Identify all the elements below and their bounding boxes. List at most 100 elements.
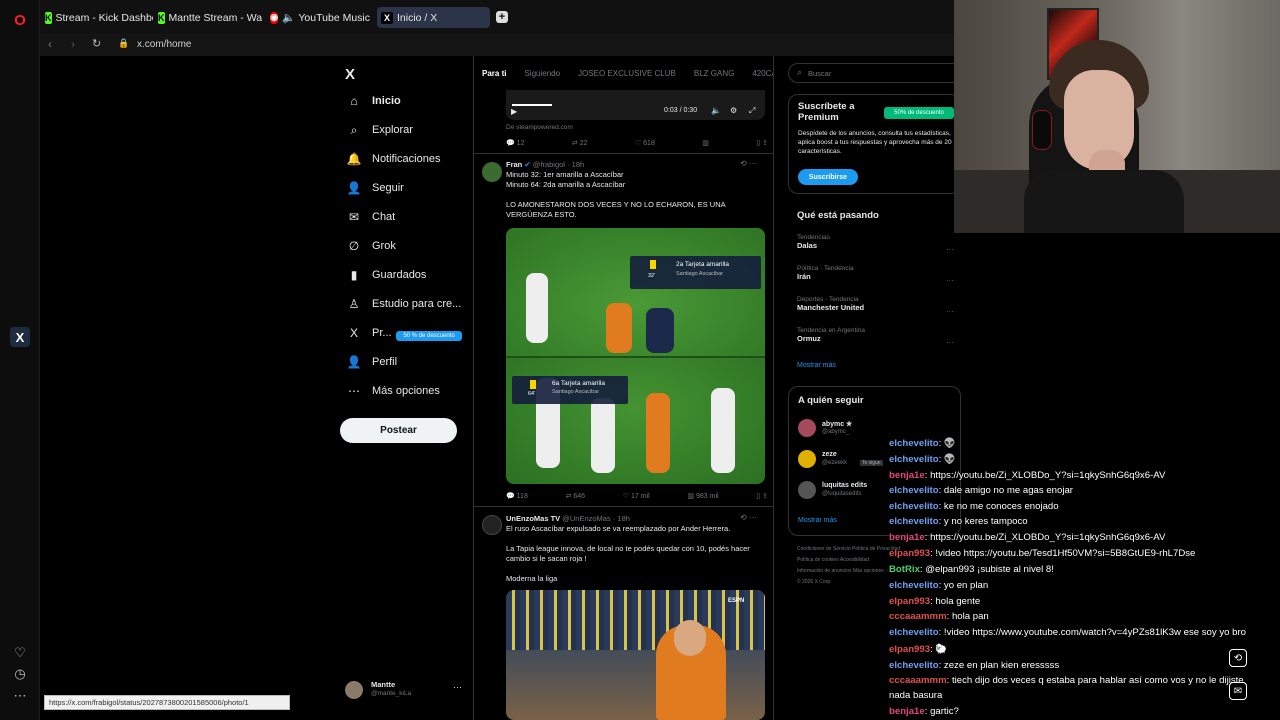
tweet[interactable]: Fran ✔ @frabigol · 18h ⟲ ··· Minuto 32: … (474, 154, 773, 504)
chat-username[interactable]: benja1e (889, 470, 925, 481)
nav-icon: 👤 (346, 181, 362, 195)
chat-username[interactable]: elchevelito (889, 627, 939, 638)
subscribe-button[interactable]: Suscribirse (798, 169, 858, 185)
forward-icon[interactable]: › (71, 37, 75, 51)
chat-message: nada basura (889, 690, 942, 701)
nav-item[interactable]: ⋯ Más opciones (346, 379, 440, 403)
chat-popout-icon[interactable]: ⟲ (1229, 649, 1247, 667)
bookmark-icon[interactable]: ▯ ⇪ (756, 492, 768, 500)
chat-username[interactable]: cccaaammm (889, 611, 947, 622)
show-more-link[interactable]: Mostrar más (797, 362, 836, 369)
chat-username[interactable]: elchevelito (889, 580, 939, 591)
grok-icon[interactable]: ⟲ ··· (740, 159, 757, 168)
trend-item[interactable]: Deportes · Tendencia Manchester United (797, 296, 957, 312)
tab-blz[interactable]: BLZ GANG (694, 69, 734, 78)
reply-icon[interactable]: 💬 118 (506, 492, 528, 500)
views-icon[interactable]: ▥ (702, 139, 709, 147)
tweet-video[interactable]: ESPN (506, 590, 765, 720)
chat-username[interactable]: elchevelito (889, 516, 939, 527)
footer-link[interactable]: Más opciones ··· (853, 568, 890, 574)
reload-icon[interactable]: ↻ (92, 37, 101, 50)
opera-logo-icon[interactable]: O (10, 10, 30, 30)
retweet-icon[interactable]: ⇄ 22 (572, 139, 588, 147)
follow-show-more[interactable]: Mostrar más (798, 517, 837, 524)
nav-item[interactable]: ⌂ Inicio (346, 89, 400, 113)
post-button[interactable]: Postear (340, 418, 457, 443)
fullscreen-icon[interactable]: ⤢ (749, 106, 755, 116)
chat-username[interactable]: benja1e (889, 706, 925, 717)
tab-x-home[interactable]: X Inicio / X (377, 7, 490, 28)
history-icon[interactable]: ◷ (10, 664, 30, 684)
tab-youtube-music[interactable]: ◉ 🔈 YouTube Music (270, 7, 370, 28)
account-switcher[interactable]: Mantte @mante_kiLa ··· (345, 679, 467, 701)
trend-item[interactable]: Política · Tendencia Irán (797, 265, 957, 281)
url-field[interactable]: x.com/home (137, 39, 191, 50)
chat-username[interactable]: cccaaammm (889, 675, 947, 686)
tweet-image[interactable]: 2a Tarjeta amarilla Santiago Ascacibar 3… (506, 228, 765, 484)
footer-link[interactable]: Condiciones de Servicio (797, 546, 851, 552)
views-icon[interactable]: ▥ 983 mil (687, 492, 718, 500)
new-tab-button[interactable]: + (496, 11, 508, 23)
chat-username[interactable]: elpan993 (889, 548, 930, 559)
nav-item[interactable]: X Pr... (346, 321, 392, 345)
chat-username[interactable]: elchevelito (889, 454, 939, 465)
tweet-handle[interactable]: @UnEnzoMas (562, 514, 610, 523)
nav-item[interactable]: ▮ Guardados (346, 263, 427, 287)
x-logo[interactable]: X (345, 66, 355, 83)
chat-username[interactable]: elchevelito (889, 660, 939, 671)
chat-username[interactable]: elpan993 (889, 644, 930, 655)
x-sidebar-icon[interactable]: X (10, 327, 30, 347)
nav-item[interactable]: ✉ Chat (346, 205, 395, 229)
chat-username[interactable]: elchevelito (889, 485, 939, 496)
reply-icon[interactable]: 💬 12 (506, 139, 524, 147)
chat-username[interactable]: benja1e (889, 532, 925, 543)
chat-inbox-icon[interactable]: ✉ (1229, 682, 1247, 700)
video-player[interactable]: ▶ 0:03 / 0:30 🔈 ⚙ ⤢ (506, 90, 765, 120)
footer-link[interactable]: Política de cookies (797, 557, 839, 563)
nav-item[interactable]: ⌕ Explorar (346, 118, 413, 142)
footer-link[interactable]: Accesibilidad (840, 557, 869, 563)
trend-item[interactable]: Tendencia en Argentina Ormuz (797, 327, 957, 343)
nav-item[interactable]: ♙ Estudio para cre... (346, 292, 462, 316)
chat-username[interactable]: elchevelito (889, 501, 939, 512)
tab-kick-dashboard[interactable]: K Stream - Kick Dashboard (45, 7, 153, 28)
like-icon[interactable]: ♡ 17 mil (623, 492, 650, 500)
video-progress[interactable] (512, 104, 552, 106)
chat-message: elpan993: !video https://youtu.be/Tesd1H… (889, 548, 1195, 559)
chat-username[interactable]: elchevelito (889, 438, 939, 449)
heart-icon[interactable]: ♡ (10, 643, 30, 663)
discount-badge: 50% de descuento (884, 107, 954, 119)
tweet-author[interactable]: UnEnzoMas TV (506, 514, 560, 523)
nav-item[interactable]: 👤 Perfil (346, 350, 398, 374)
link-source[interactable]: De steampowered.com (506, 124, 573, 131)
more-icon[interactable]: ⋯ (10, 686, 30, 706)
tab-kick-stream[interactable]: K Mantte Stream - Watch Li (158, 7, 262, 28)
trend-item[interactable]: Tendencias Dalas (797, 234, 957, 250)
tweet-text: El ruso Ascacíbar expulsado se va reempl… (506, 524, 750, 583)
tab-para-ti[interactable]: Para ti (482, 69, 506, 78)
chat-username[interactable]: elpan993 (889, 596, 930, 607)
trend-more-icon[interactable]: ··· ··· ··· ··· (946, 234, 954, 358)
tweet[interactable]: UnEnzoMas TV @UnEnzoMas · 18h ⟲ ··· El r… (474, 507, 773, 720)
like-icon[interactable]: ♡ 618 (635, 139, 655, 147)
grok-icon[interactable]: ⟲ ··· (740, 513, 757, 522)
footer-link[interactable]: Información de anuncios (797, 568, 851, 574)
settings-icon[interactable]: ⚙ (730, 106, 737, 115)
tab-siguiendo[interactable]: Siguiendo (524, 69, 560, 78)
chat-username[interactable]: BotRix (889, 564, 920, 575)
tab-joseo[interactable]: JOSEO EXCLUSIVE CLUB (578, 69, 676, 78)
retweet-icon[interactable]: ⇄ 646 (566, 492, 586, 500)
tweet-handle[interactable]: @frabigol (533, 160, 565, 169)
volume-icon[interactable]: 🔈 (711, 106, 721, 115)
more-icon[interactable]: ··· (453, 682, 462, 692)
browser-sidebar: O X ♡ ◷ ⋯ (0, 0, 40, 720)
play-icon[interactable]: ▶ (511, 107, 517, 116)
nav-item[interactable]: 🔔 Notificaciones (346, 147, 441, 171)
nav-item[interactable]: 👤 Seguir (346, 176, 404, 200)
nav-item[interactable]: ∅ Grok (346, 234, 396, 258)
back-icon[interactable]: ‹ (48, 37, 52, 51)
tab-420cap[interactable]: 420CAP (752, 69, 773, 78)
bookmark-icon[interactable]: ▯ ⇪ (756, 139, 768, 147)
tweet-author[interactable]: Fran (506, 160, 522, 169)
search-input[interactable]: ⌕ Buscar (788, 63, 964, 83)
